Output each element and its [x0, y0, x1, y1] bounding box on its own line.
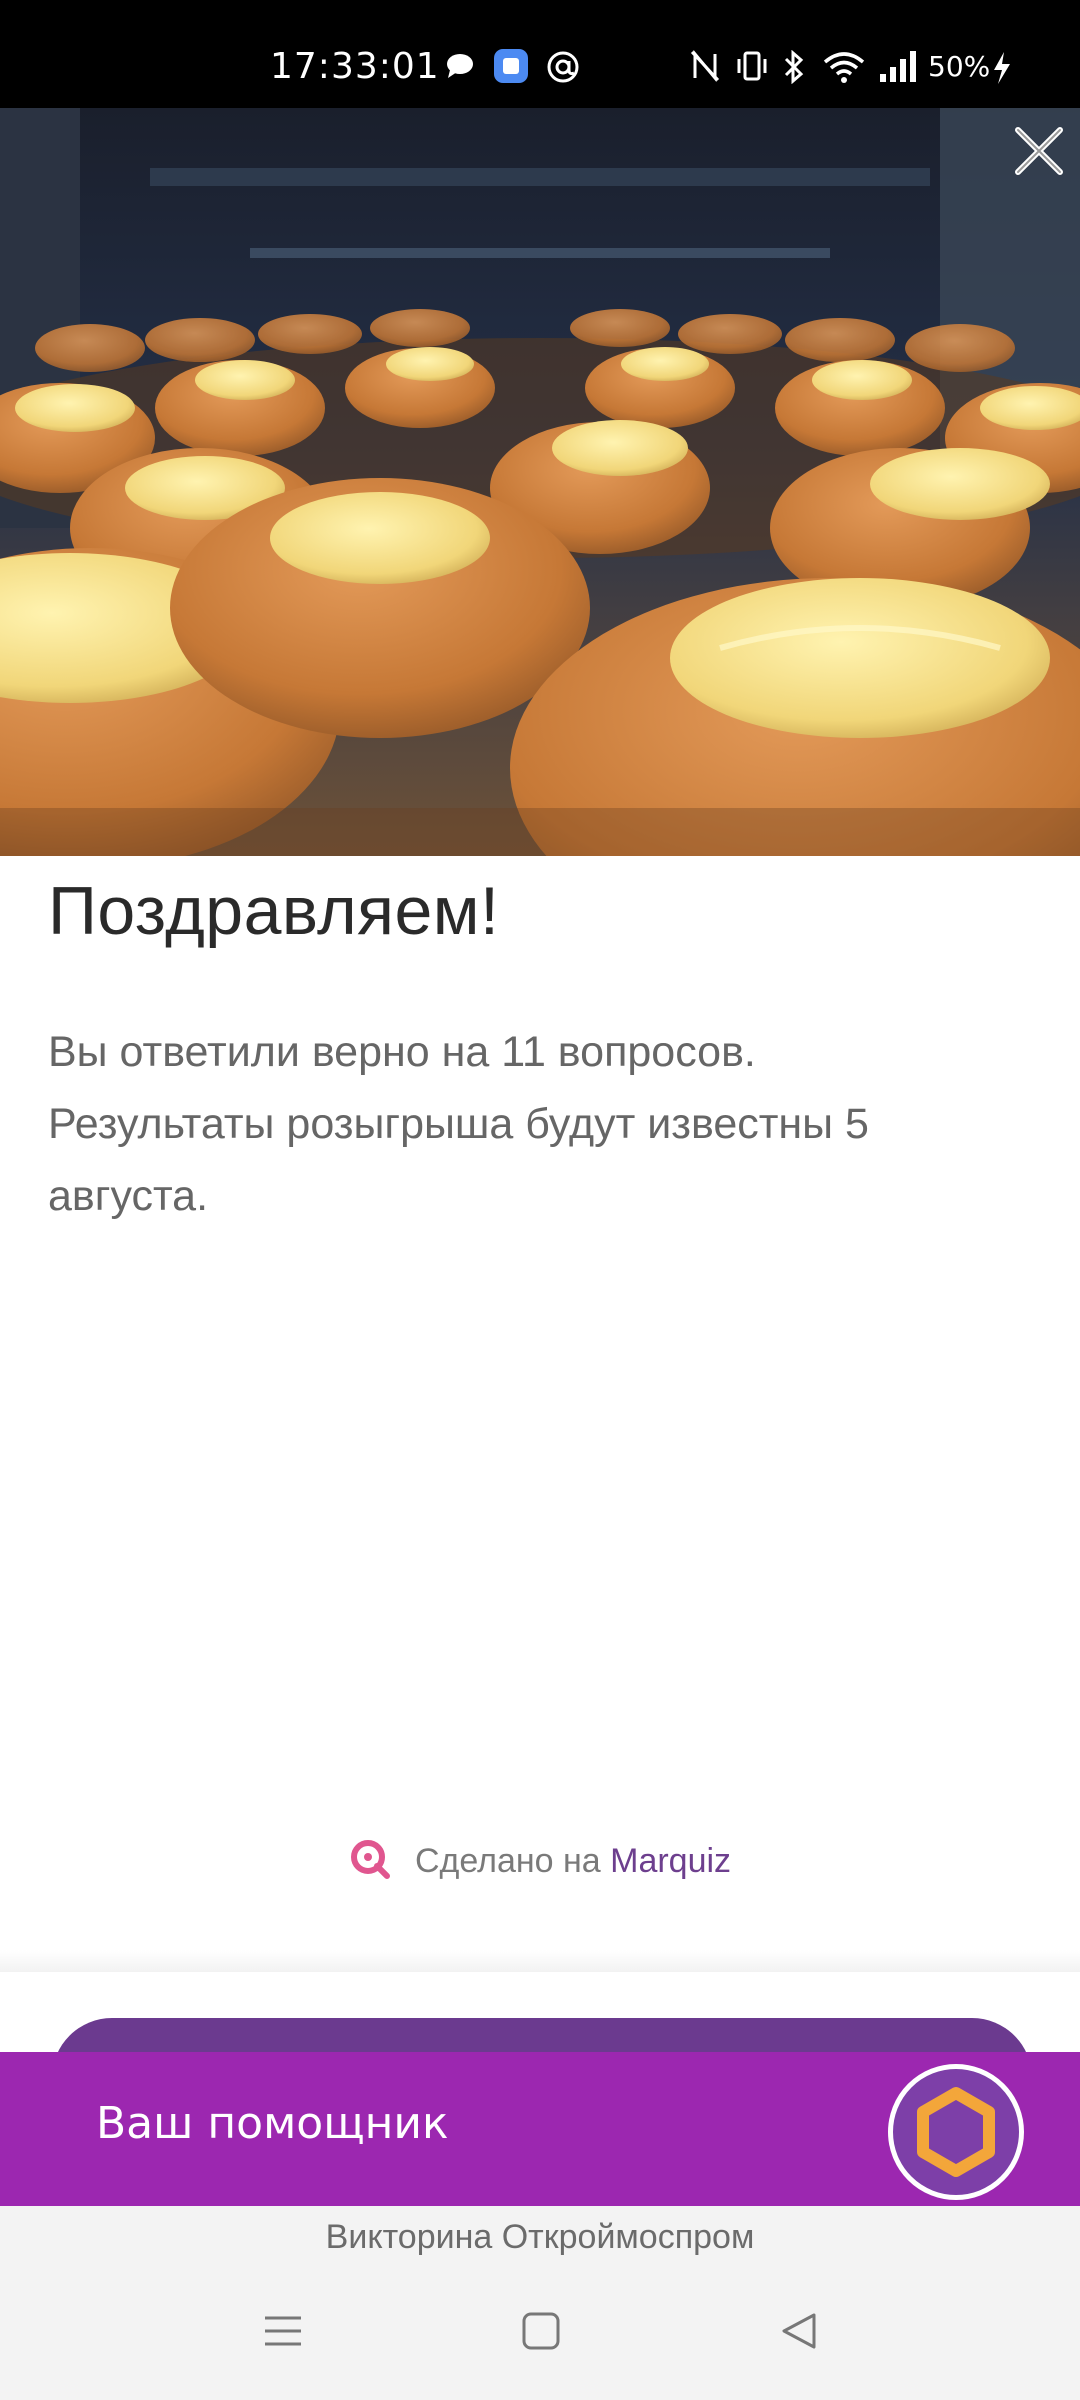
chat-bubble-icon: [447, 54, 473, 78]
result-line-3: августа.: [48, 1172, 209, 1220]
battery-charging-icon: [994, 52, 1010, 84]
wifi-icon: [823, 52, 865, 83]
footer-label: Викторина Откроймоспром: [325, 2218, 755, 2256]
marquiz-brand-link[interactable]: Marquiz: [610, 1842, 731, 1880]
signal-icon: [880, 51, 916, 82]
assistant-avatar[interactable]: [888, 2064, 1024, 2200]
divider: [0, 1950, 1080, 1972]
result-line-1: Вы ответили верно на 11 вопросов.: [48, 1028, 756, 1076]
status-bar: 17:33:01 50%: [0, 0, 1080, 108]
close-icon[interactable]: [1010, 122, 1068, 180]
at-sign-icon: [547, 51, 579, 83]
back-icon[interactable]: [778, 2310, 820, 2352]
made-with-prefix: Сделано на: [414, 1842, 611, 1880]
vibrate-icon: [737, 51, 767, 81]
footer-area: Викторина Откроймоспром: [0, 2206, 1080, 2400]
app-icon: [494, 49, 528, 83]
chocolate-candies-photo: [0, 108, 1080, 856]
bluetooth-icon: [784, 50, 804, 84]
home-icon[interactable]: [520, 2310, 562, 2352]
result-title: Поздравляем!: [48, 873, 500, 949]
marquiz-logo-icon: [350, 1840, 390, 1880]
battery-percent: 50%: [928, 50, 991, 83]
hero-image: [0, 108, 1080, 856]
nfc-icon: [690, 50, 720, 82]
assistant-bar[interactable]: Ваш помощник: [0, 2052, 1080, 2206]
status-time: 17:33:01: [270, 46, 440, 87]
result-description: Вы ответили верно на 11 вопросов. Резуль…: [48, 1016, 1048, 1232]
made-with-link[interactable]: Сделано на Marquiz: [0, 1840, 1080, 1884]
assistant-label: Ваш помощник: [96, 2098, 449, 2149]
result-line-2: Результаты розыгрыша будут известны 5: [48, 1100, 869, 1148]
hexagon-icon: [917, 2087, 995, 2177]
menu-icon[interactable]: [262, 2310, 304, 2352]
